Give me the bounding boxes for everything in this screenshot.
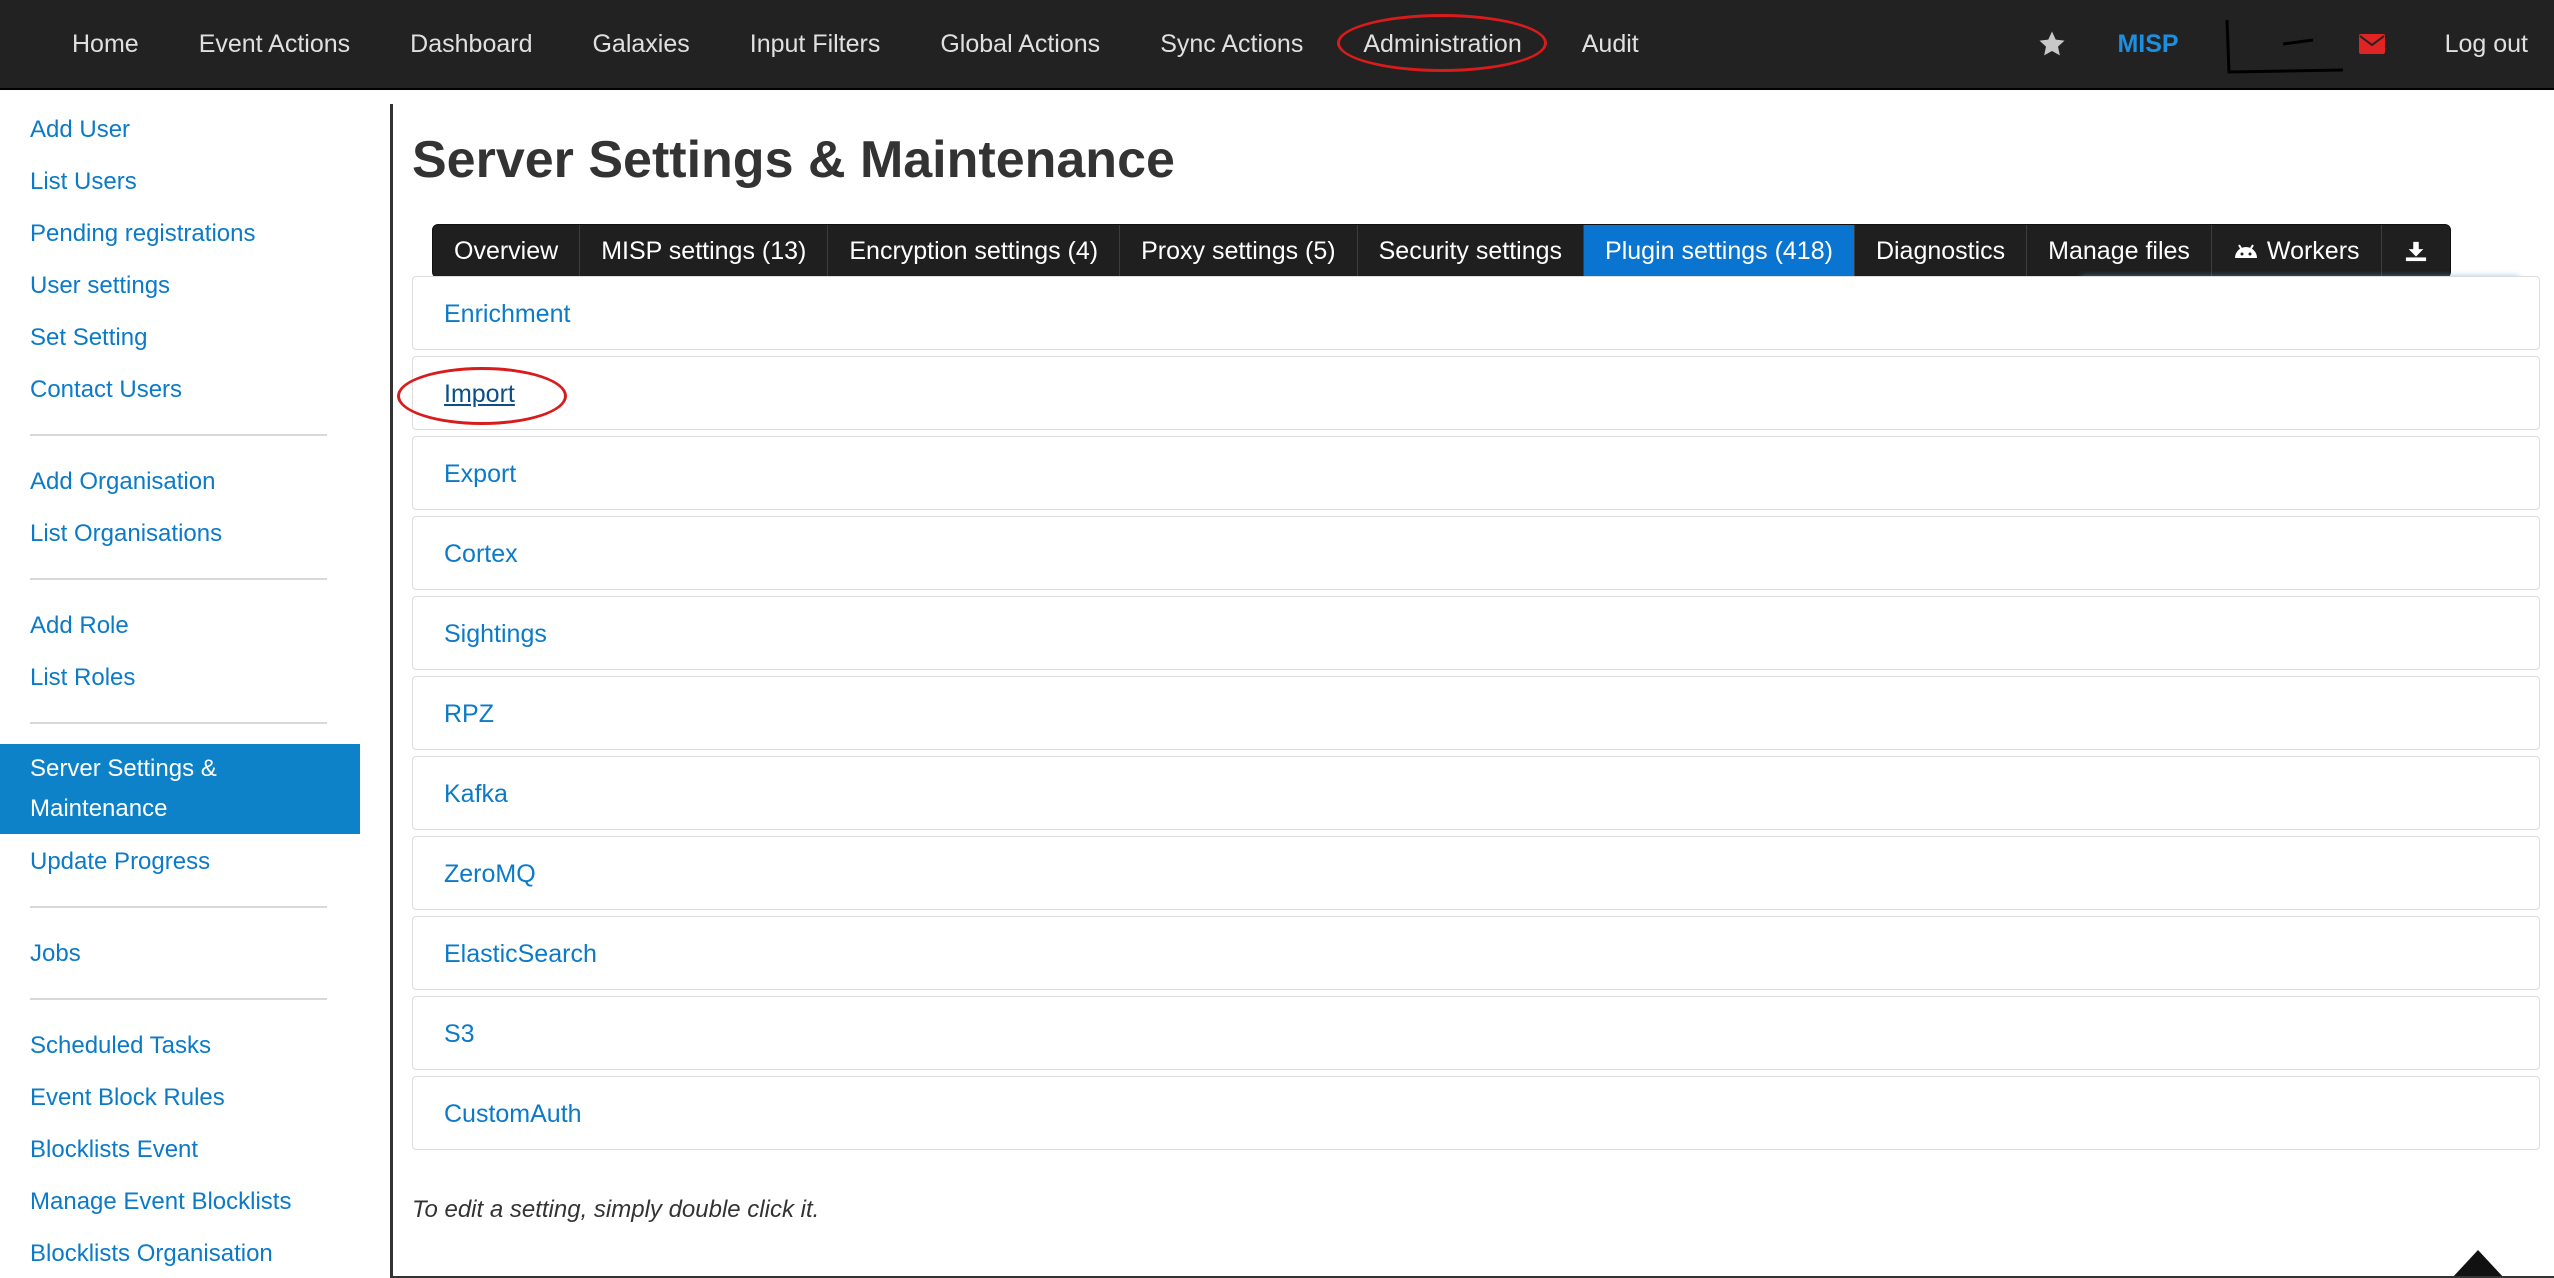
page-title: Server Settings & Maintenance (412, 131, 1175, 189)
star-icon[interactable] (2037, 29, 2067, 59)
user-account-redacted[interactable] (2223, 14, 2343, 74)
logout-link[interactable]: Log out (2445, 30, 2528, 59)
download-icon (2405, 241, 2426, 262)
nav-audit[interactable]: Audit (1552, 0, 1669, 88)
sidebar-item-add-role[interactable]: Add Role (30, 606, 129, 646)
section-row-import: Import (397, 356, 2540, 431)
nav-administration-label: Administration (1363, 30, 1522, 58)
sidebar-item-list-users[interactable]: List Users (30, 162, 137, 202)
sidebar-item-add-user[interactable]: Add User (30, 110, 130, 150)
top-navbar: Home Event Actions Dashboard Galaxies In… (0, 0, 2554, 90)
sidebar-item-blocklists-organisation[interactable]: Blocklists Organisation (30, 1234, 273, 1274)
section-link-zeromq[interactable]: ZeroMQ (444, 837, 536, 911)
redaction-mark (2225, 19, 2343, 74)
tab-encryption-settings[interactable]: Encryption settings (4) (828, 225, 1121, 277)
tab-download[interactable] (2382, 225, 2450, 277)
nav-input-filters[interactable]: Input Filters (720, 0, 911, 88)
nav-galaxies[interactable]: Galaxies (562, 0, 719, 88)
section-row-rpz: RPZ (412, 676, 2540, 750)
sidebar-divider (30, 906, 327, 908)
section-row-zeromq: ZeroMQ (412, 836, 2540, 910)
section-row-export: Export (412, 436, 2540, 510)
android-icon (2234, 244, 2257, 258)
sidebar-item-server-settings[interactable]: Server Settings & Maintenance (0, 744, 360, 834)
tab-manage-files[interactable]: Manage files (2027, 225, 2212, 277)
sidebar-item-update-progress[interactable]: Update Progress (30, 842, 210, 882)
section-link-elasticsearch[interactable]: ElasticSearch (444, 917, 597, 991)
nav-right: MISP Log out (2037, 0, 2554, 88)
sidebar-item-pending-registrations[interactable]: Pending registrations (30, 214, 255, 254)
tab-workers[interactable]: Workers (2212, 225, 2382, 277)
tab-workers-label: Workers (2266, 237, 2360, 265)
sidebar-item-list-roles[interactable]: List Roles (30, 658, 135, 698)
scroll-to-top-button[interactable] (2452, 1250, 2504, 1278)
nav-home[interactable]: Home (42, 0, 169, 88)
mail-icon[interactable] (2358, 34, 2385, 54)
section-row-kafka: Kafka (412, 756, 2540, 830)
nav-menu: Home Event Actions Dashboard Galaxies In… (42, 0, 1669, 88)
tab-diagnostics[interactable]: Diagnostics (1855, 225, 2028, 277)
sidebar-item-user-settings[interactable]: User settings (30, 266, 170, 306)
nav-dashboard[interactable]: Dashboard (380, 0, 562, 88)
section-row-enrichment: Enrichment (412, 276, 2540, 350)
tab-overview[interactable]: Overview (433, 225, 581, 277)
section-row-cortex: Cortex (412, 516, 2540, 590)
section-link-s3[interactable]: S3 (444, 997, 475, 1071)
section-link-import[interactable]: Import (444, 357, 515, 431)
edit-hint: To edit a setting, simply double click i… (412, 1196, 820, 1223)
section-row-s3: S3 (412, 996, 2540, 1070)
sidebar-item-list-organisations[interactable]: List Organisations (30, 514, 222, 554)
tab-proxy-settings[interactable]: Proxy settings (5) (1120, 225, 1358, 277)
nav-administration[interactable]: Administration (1333, 0, 1551, 88)
nav-sync-actions[interactable]: Sync Actions (1130, 0, 1333, 88)
section-link-customauth[interactable]: CustomAuth (444, 1077, 582, 1151)
nav-global-actions[interactable]: Global Actions (910, 0, 1130, 88)
tab-misp-settings[interactable]: MISP settings (13) (580, 225, 829, 277)
sidebar-item-contact-users[interactable]: Contact Users (30, 370, 182, 410)
sidebar-item-blocklists-event[interactable]: Blocklists Event (30, 1130, 198, 1170)
section-row-customauth: CustomAuth (412, 1076, 2540, 1150)
section-link-enrichment[interactable]: Enrichment (444, 277, 570, 351)
section-link-rpz[interactable]: RPZ (444, 677, 494, 751)
section-link-export[interactable]: Export (444, 437, 516, 511)
sidebar: Add User List Users Pending registration… (0, 104, 393, 1278)
sidebar-item-event-block-rules[interactable]: Event Block Rules (30, 1078, 225, 1118)
sidebar-divider (30, 722, 327, 724)
sidebar-divider (30, 434, 327, 436)
section-row-sightings: Sightings (412, 596, 2540, 670)
sidebar-item-manage-event-blocklists[interactable]: Manage Event Blocklists (30, 1182, 291, 1222)
sidebar-divider (30, 578, 327, 580)
nav-event-actions[interactable]: Event Actions (169, 0, 380, 88)
tab-security-settings[interactable]: Security settings (1358, 225, 1585, 277)
tab-plugin-settings[interactable]: Plugin settings (418) (1584, 225, 1855, 277)
settings-tabs: Overview MISP settings (13) Encryption s… (432, 224, 2451, 278)
sidebar-item-scheduled-tasks[interactable]: Scheduled Tasks (30, 1026, 211, 1066)
section-link-sightings[interactable]: Sightings (444, 597, 547, 671)
section-link-cortex[interactable]: Cortex (444, 517, 518, 591)
section-row-elasticsearch: ElasticSearch (412, 916, 2540, 990)
brand-link[interactable]: MISP (2117, 30, 2178, 59)
sidebar-item-add-organisation[interactable]: Add Organisation (30, 462, 215, 502)
section-link-kafka[interactable]: Kafka (444, 757, 508, 831)
sidebar-item-set-setting[interactable]: Set Setting (30, 318, 147, 358)
sidebar-item-jobs[interactable]: Jobs (30, 934, 81, 974)
sidebar-divider (30, 998, 327, 1000)
